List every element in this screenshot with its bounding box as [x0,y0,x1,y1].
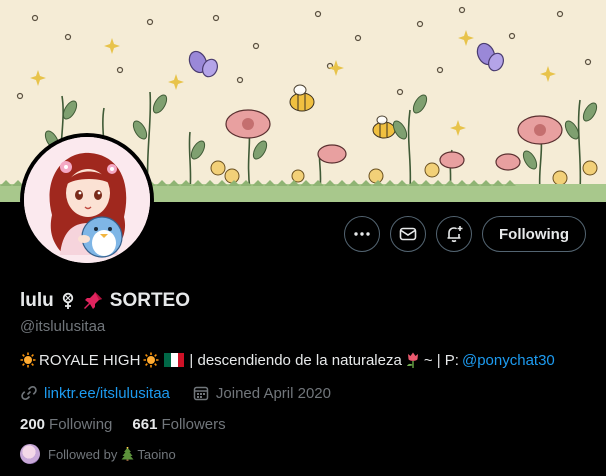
bio-part-1: ROYALE HIGH [39,351,141,369]
followed-by-name: Taoino [137,446,176,462]
profile-avatar[interactable] [20,133,154,267]
following-count: 200 [20,416,46,433]
link-icon [21,386,37,400]
mexico-flag-icon [164,353,185,367]
more-icon [354,232,370,236]
followed-by-prefix: Followed by [48,446,118,462]
following-button[interactable]: Following [482,216,586,252]
followers-stat[interactable]: 661 Followers [132,416,225,433]
handle: @itslulusitaa [20,318,106,335]
bio-part-2: | descendiendo de la naturaleza [189,351,402,369]
pushpin-icon [83,292,102,309]
female-symbol-icon [62,292,73,309]
profile-meta: linktr.ee/itslulusitaa Joined April 2020 [20,384,331,402]
tulip-icon [406,352,418,368]
bio-part-3: ~ | P: [423,351,459,369]
christmas-tree-icon [121,446,134,461]
follow-stats: 200 Following 661 Followers [20,416,226,433]
profile-actions: Following [344,216,586,252]
website-link[interactable]: linktr.ee/itslulusitaa [44,385,170,402]
following-stat[interactable]: 200 Following [20,416,112,433]
display-name: lulu SORTEO [20,290,190,312]
followers-count: 661 [132,416,158,433]
sun-icon [143,352,159,368]
notifications-button[interactable] [436,216,473,252]
mail-icon [399,227,417,241]
sun-icon [20,352,36,368]
message-button[interactable] [390,216,427,252]
avatar-image [24,137,150,263]
bell-plus-icon [447,226,463,243]
followers-label: Followers [161,416,226,433]
following-label: Following [49,416,113,433]
follower-avatar [20,444,40,464]
followed-by[interactable]: Followed by Taoino [20,444,176,464]
display-name-suffix: SORTEO [109,290,191,311]
bio-mention-link[interactable]: @ponychat30 [462,352,555,369]
joined-date: Joined April 2020 [215,384,331,402]
display-name-text: lulu [20,290,54,311]
calendar-icon [193,386,209,401]
bio: ROYALE HIGH | descendiendo de la natural… [20,351,555,369]
more-button[interactable] [344,216,381,252]
followed-by-label: Followed by Taoino [48,446,176,462]
